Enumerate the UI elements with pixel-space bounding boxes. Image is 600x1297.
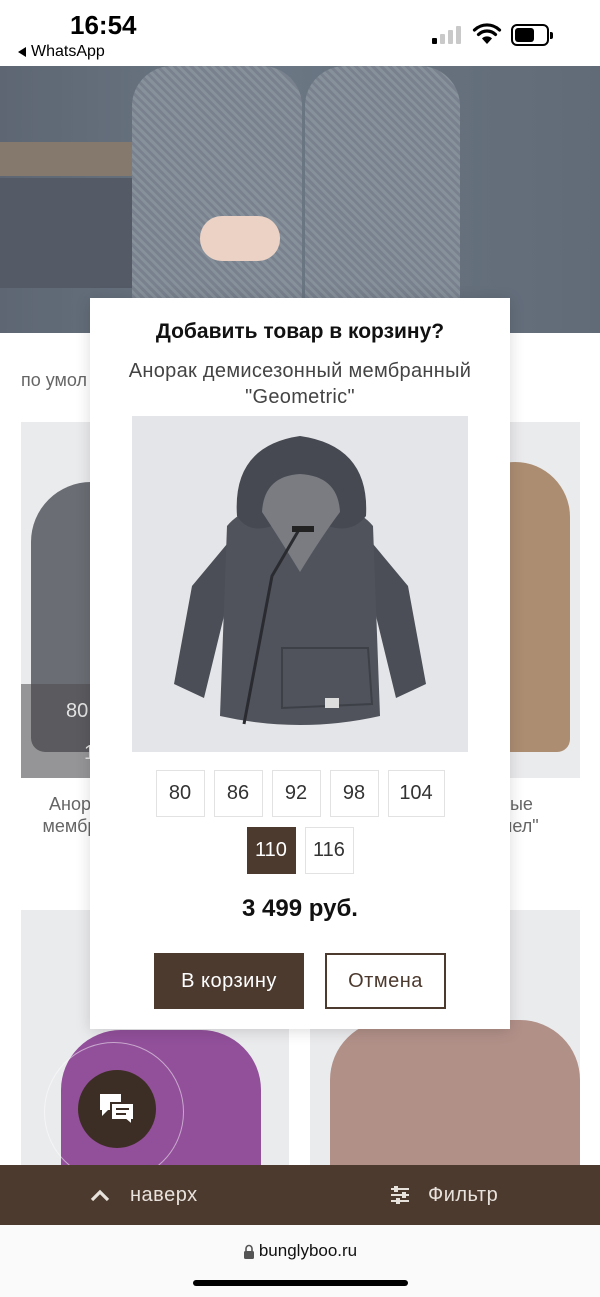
filter-button[interactable]: Фильтр xyxy=(390,1165,498,1225)
cancel-button[interactable]: Отмена xyxy=(325,953,446,1009)
scroll-to-top-button[interactable]: наверх xyxy=(90,1165,198,1225)
size-option[interactable]: 116 xyxy=(304,827,354,874)
jacket-illustration xyxy=(132,416,468,752)
product-name: Анорак демисезонный мембранный "Geometri… xyxy=(128,360,472,408)
back-arrow-icon xyxy=(18,47,26,57)
size-option[interactable]: 86 xyxy=(213,770,263,817)
back-app-label: WhatsApp xyxy=(31,43,105,60)
page: 16:54 WhatsApp по умол 80 1 Анор мембр н… xyxy=(0,0,600,1297)
size-option[interactable]: 80 xyxy=(155,770,205,817)
size-selector: 80 86 92 98 104 110 116 xyxy=(128,770,472,874)
chat-button[interactable] xyxy=(78,1070,156,1148)
chevron-up-icon xyxy=(90,1189,110,1202)
scroll-to-top-label: наверх xyxy=(130,1183,198,1206)
chat-bubbles-icon xyxy=(100,1094,135,1127)
product-image xyxy=(132,416,468,752)
back-to-app-link[interactable]: WhatsApp xyxy=(18,43,105,61)
status-time: 16:54 xyxy=(70,10,137,40)
home-indicator[interactable] xyxy=(193,1280,408,1286)
size-option[interactable]: 104 xyxy=(387,770,445,817)
browser-address-bar[interactable]: bunglyboo.ru xyxy=(0,1225,600,1297)
status-bar: 16:54 WhatsApp xyxy=(0,0,600,66)
url-text: bunglyboo.ru xyxy=(258,1241,358,1260)
product-price: 3 499 руб. xyxy=(242,895,358,922)
size-option-selected[interactable]: 110 xyxy=(246,827,296,874)
add-to-cart-dialog: Добавить товар в корзину? Анорак демисез… xyxy=(90,298,510,1029)
url-display[interactable]: bunglyboo.ru xyxy=(0,1241,600,1261)
bottom-toolbar: наверх Фильтр xyxy=(0,1165,600,1225)
cellular-signal-icon xyxy=(432,26,461,44)
add-to-cart-button[interactable]: В корзину xyxy=(154,953,304,1009)
filter-label: Фильтр xyxy=(428,1183,499,1206)
size-option[interactable]: 92 xyxy=(271,770,321,817)
wifi-icon xyxy=(472,23,502,44)
size-option[interactable]: 98 xyxy=(329,770,379,817)
battery-icon xyxy=(511,24,553,46)
filter-sliders-icon xyxy=(391,1186,409,1204)
dialog-title: Добавить товар в корзину? xyxy=(155,320,445,343)
lock-icon xyxy=(243,1244,254,1259)
